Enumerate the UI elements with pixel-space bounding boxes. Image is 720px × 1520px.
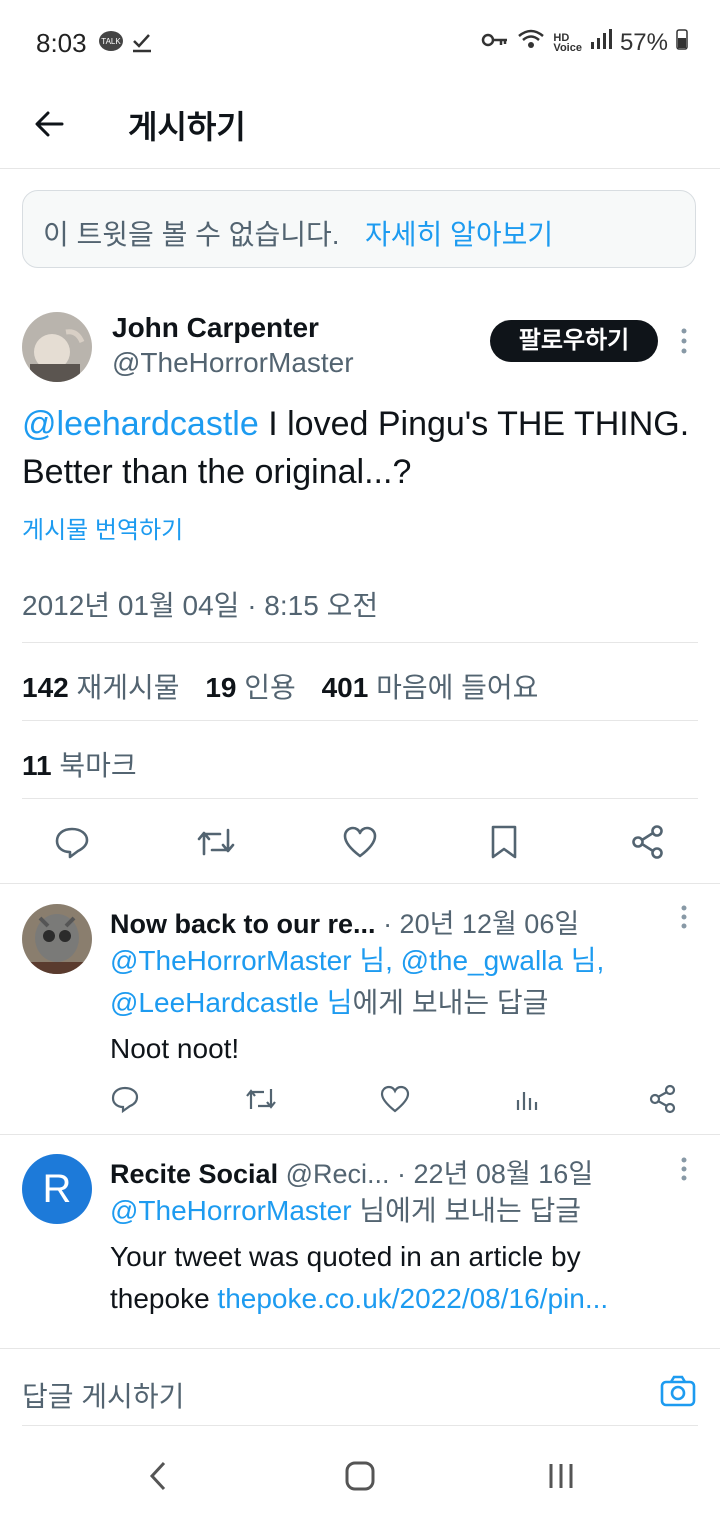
reply-like-icon[interactable]: [380, 1084, 410, 1114]
check-download-icon: [130, 30, 154, 59]
divider: [22, 642, 698, 643]
reply-share-icon[interactable]: [648, 1084, 678, 1114]
avatar-letter: R: [42, 1167, 72, 1211]
learn-more-link[interactable]: 자세히 알아보기: [365, 213, 553, 253]
reply-icon[interactable]: [54, 824, 90, 860]
divider: [22, 720, 698, 721]
nav-recents-icon[interactable]: [546, 1462, 576, 1495]
battery-icon: [676, 28, 688, 57]
status-time: 8:03: [36, 28, 87, 58]
quote-label[interactable]: 인용: [244, 672, 296, 703]
reply-author-name[interactable]: Now back to our re...: [110, 909, 376, 939]
reply-content: @TheHorrorMaster 님에게 보내는 답글 Your tweet w…: [110, 1190, 690, 1320]
retweet-icon[interactable]: [196, 824, 236, 860]
reply-views-icon[interactable]: [514, 1086, 542, 1114]
retweet-count[interactable]: 142: [22, 672, 69, 703]
reply-header: Recite Social @Reci... · 22년 08월 16일: [110, 1152, 593, 1191]
like-label[interactable]: 마음에 들어요: [376, 672, 538, 703]
system-nav-bar: [0, 1428, 720, 1520]
tweet-date[interactable]: 2012년 01월 04일 · 8:15 오전: [22, 584, 378, 624]
reply-to-handles-2[interactable]: @LeeHardcastle 님: [110, 987, 353, 1018]
author-handle[interactable]: @TheHorrorMaster: [112, 347, 354, 379]
like-count[interactable]: 401: [322, 672, 369, 703]
reply-avatar[interactable]: [22, 904, 92, 974]
back-arrow-icon[interactable]: [30, 104, 70, 144]
reply-avatar[interactable]: R: [22, 1154, 92, 1224]
bookmark-count[interactable]: 11: [22, 750, 52, 781]
nav-home-icon[interactable]: [344, 1460, 376, 1497]
status-right: HD Voice 57%: [481, 28, 688, 57]
reply-text-line1: Your tweet was quoted in an article by: [110, 1241, 581, 1272]
page-title: 게시하기: [128, 109, 246, 145]
status-bar: 8:03 TALK HD Voice 57%: [0, 0, 720, 86]
reply-date: · 20년 12월 06일: [383, 909, 580, 939]
reply-more-icon[interactable]: [676, 1156, 692, 1189]
camera-icon[interactable]: [660, 1375, 696, 1407]
quote-count[interactable]: 19: [205, 672, 236, 703]
reply-compose-input[interactable]: 답글 게시하기: [22, 1375, 184, 1415]
reply-article-link[interactable]: thepoke.co.uk/2022/08/16/pin...: [217, 1283, 608, 1314]
tweet-mention[interactable]: @leehardcastle: [22, 405, 259, 443]
divider: [22, 1425, 698, 1426]
reply-text: Noot noot!: [110, 1033, 240, 1064]
reply-date: · 22년 08월 16일: [397, 1159, 594, 1189]
bookmark-label[interactable]: 북마크: [59, 750, 136, 781]
battery-percent: 57%: [619, 28, 668, 56]
reply-to-line: @TheHorrorMaster 님, @the_gwalla 님, @LeeH…: [110, 940, 690, 1070]
translate-link[interactable]: 게시물 번역하기: [22, 510, 183, 545]
reply-reply-icon[interactable]: [110, 1084, 140, 1114]
bookmark-stats: 11 북마크: [22, 744, 137, 784]
more-options-icon[interactable]: [676, 326, 692, 361]
divider: [22, 798, 698, 799]
divider: [0, 1134, 720, 1135]
key-icon: [481, 29, 509, 57]
tweet-text: @leehardcastle I loved Pingu's THE THING…: [22, 400, 702, 496]
reply-to-suffix: 님에게 보내는 답글: [351, 1195, 582, 1226]
wifi-icon: [517, 28, 545, 57]
signal-icon: [590, 28, 612, 57]
hd-voice-icon: HD Voice: [553, 31, 582, 54]
divider: [0, 883, 720, 884]
unavailable-notice: 이 트윗을 볼 수 없습니다. 자세히 알아보기: [22, 190, 696, 268]
author-name[interactable]: John Carpenter: [112, 312, 319, 344]
reply-to-handles[interactable]: @TheHorrorMaster: [110, 1195, 352, 1226]
reply-text-line2: thepoke: [110, 1283, 218, 1314]
nav-back-icon[interactable]: [146, 1460, 170, 1497]
notice-text: 이 트윗을 볼 수 없습니다.: [43, 219, 340, 250]
like-icon[interactable]: [342, 824, 378, 860]
talk-icon: TALK: [98, 30, 124, 59]
app-header: 게시하기: [0, 86, 720, 169]
stats-row: 142 재게시물 19 인용 401 마음에 들어요: [22, 666, 538, 706]
share-icon[interactable]: [630, 824, 666, 860]
follow-button[interactable]: 팔로우하기: [490, 320, 658, 362]
reply-to-suffix: 에게 보내는 답글: [352, 987, 549, 1018]
bookmark-icon[interactable]: [488, 824, 520, 860]
svg-text:TALK: TALK: [101, 37, 121, 46]
retweet-label[interactable]: 재게시물: [77, 672, 180, 703]
reply-more-icon[interactable]: [676, 904, 692, 937]
reply-author-handle[interactable]: @Reci...: [286, 1159, 390, 1189]
reply-to-handles[interactable]: @TheHorrorMaster 님, @the_gwalla 님,: [110, 940, 690, 982]
author-avatar[interactable]: [22, 312, 92, 382]
reply-header: Now back to our re... · 20년 12월 06일: [110, 902, 579, 941]
reply-author-name[interactable]: Recite Social: [110, 1159, 278, 1189]
reply-retweet-icon[interactable]: [244, 1084, 278, 1114]
compose-bar: 답글 게시하기: [0, 1348, 720, 1427]
